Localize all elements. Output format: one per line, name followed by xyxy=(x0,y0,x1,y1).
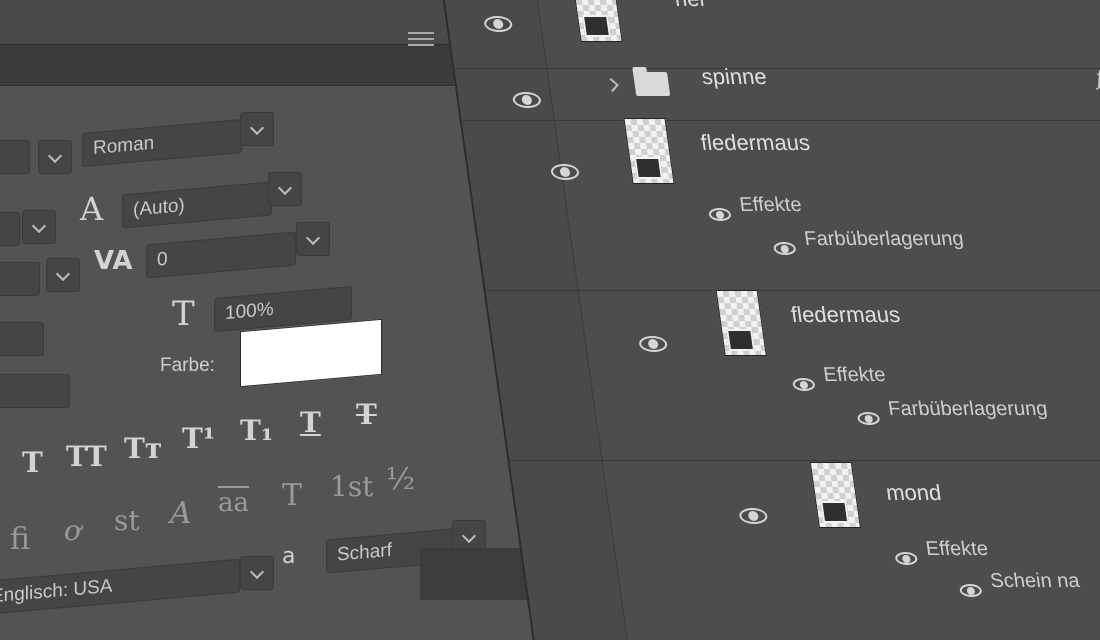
effect-outer-glow[interactable]: Schein na xyxy=(989,570,1081,593)
layer-thumbnail xyxy=(809,462,862,528)
color-swatch[interactable] xyxy=(240,318,382,388)
layer-thumbnail xyxy=(715,290,767,356)
discretionary-ligatures-button[interactable]: st xyxy=(114,504,140,537)
font-size-field[interactable] xyxy=(0,212,20,246)
stylistic-alternates-button[interactable]: aa xyxy=(218,488,249,518)
leading-dropdown[interactable] xyxy=(268,172,302,206)
font-style-field[interactable]: Roman xyxy=(82,119,242,167)
layer-name-fledermaus[interactable]: fledermaus xyxy=(699,130,811,156)
eye-icon[interactable] xyxy=(638,336,669,352)
ligatures-button[interactable]: ﬁ xyxy=(10,522,30,557)
panel-menu-icon[interactable] xyxy=(408,32,434,50)
layer-name-spinne[interactable]: spinne xyxy=(700,64,768,90)
superscript-button[interactable]: T¹ xyxy=(182,422,215,455)
tracking-field[interactable]: 0 xyxy=(146,231,296,279)
baseline-shift-field[interactable] xyxy=(0,374,70,408)
layers-panel: hel spinne fx fledermaus Effekte Farbübe… xyxy=(440,0,1100,640)
row-separator xyxy=(485,290,1100,291)
font-family-dropdown[interactable] xyxy=(38,140,72,174)
effects-label[interactable]: Effekte xyxy=(924,538,989,561)
kerning-field[interactable] xyxy=(0,262,40,296)
all-caps-button[interactable]: TT xyxy=(66,440,107,473)
eye-icon[interactable] xyxy=(894,552,919,565)
effect-color-overlay[interactable]: Farbüberlagerung xyxy=(803,228,965,251)
eye-icon[interactable] xyxy=(791,378,816,391)
ordinals-button[interactable]: 1st xyxy=(330,470,373,503)
tracking-dropdown[interactable] xyxy=(296,222,330,256)
eye-icon[interactable] xyxy=(772,242,797,255)
effect-color-overlay[interactable]: Farbüberlagerung xyxy=(887,398,1049,421)
folder-icon xyxy=(632,72,671,96)
layer-thumbnail xyxy=(623,118,675,184)
language-dropdown[interactable] xyxy=(240,556,274,590)
eye-icon[interactable] xyxy=(958,584,983,597)
strikethrough-button[interactable]: T xyxy=(356,398,377,431)
font-family-field[interactable] xyxy=(0,140,30,174)
chevron-right-icon[interactable] xyxy=(604,77,619,93)
row-separator xyxy=(509,460,1100,461)
effects-label[interactable]: Effekte xyxy=(738,194,803,217)
swash-button[interactable]: A xyxy=(170,496,192,531)
layer-thumbnail xyxy=(572,0,623,42)
leading-icon: A xyxy=(80,190,104,228)
language-field[interactable]: Englisch: USA xyxy=(0,558,240,616)
layer-name-mond[interactable]: mond xyxy=(884,480,943,506)
antialias-icon: a xyxy=(282,544,296,569)
effects-label[interactable]: Effekte xyxy=(822,364,887,387)
font-size-dropdown[interactable] xyxy=(22,210,56,244)
titling-alternates-button[interactable]: T xyxy=(282,478,302,513)
row-separator xyxy=(461,120,1100,121)
leading-field[interactable]: (Auto) xyxy=(122,181,272,229)
faux-bold-button[interactable]: T xyxy=(22,446,43,479)
horizontal-scale-icon: T xyxy=(172,294,195,334)
color-label: Farbe: xyxy=(160,355,215,376)
vertical-scale-field[interactable] xyxy=(0,322,44,356)
eye-icon[interactable] xyxy=(708,208,732,221)
row-separator xyxy=(454,68,1100,69)
kerning-dropdown[interactable] xyxy=(46,258,80,292)
layer-name-hel[interactable]: hel xyxy=(673,0,706,12)
eye-icon[interactable] xyxy=(856,412,881,425)
layer-name-fledermaus[interactable]: fledermaus xyxy=(789,302,901,328)
subscript-button[interactable]: T₁ xyxy=(240,414,273,447)
tracking-icon: VA xyxy=(94,246,133,276)
underline-button[interactable]: T xyxy=(300,406,321,439)
small-caps-button[interactable]: Tт xyxy=(124,432,162,465)
eye-icon[interactable] xyxy=(738,508,769,524)
fractions-button[interactable]: ½ xyxy=(386,462,415,497)
fx-icon: fx xyxy=(1094,66,1100,91)
font-style-dropdown[interactable] xyxy=(240,112,274,146)
old-style-button[interactable]: ơ xyxy=(64,514,81,547)
